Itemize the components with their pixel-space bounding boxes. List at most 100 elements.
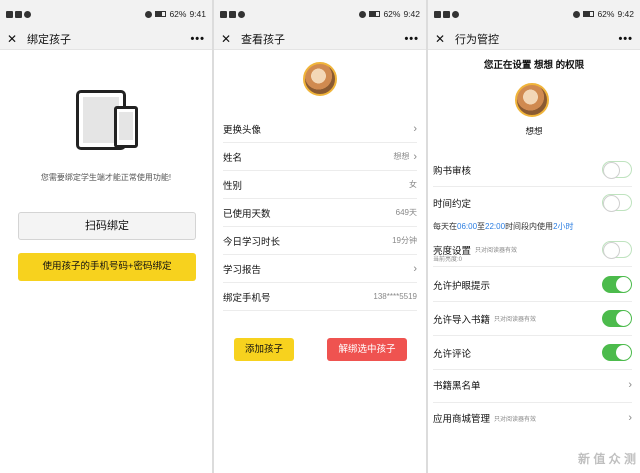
child-avatar xyxy=(515,83,549,117)
row-label: 性别 xyxy=(223,180,243,192)
close-icon[interactable]: ✕ xyxy=(7,32,21,46)
scan-bind-button[interactable]: 扫码绑定 xyxy=(18,212,196,240)
title-bar: ✕ 行为管控 ••• xyxy=(428,28,640,50)
eye-icon xyxy=(145,10,153,18)
page-title: 行为管控 xyxy=(455,33,499,46)
status-bar: 62% 9:42 xyxy=(214,0,426,28)
wifi-icon xyxy=(238,10,245,18)
row-label: 书籍黑名单 xyxy=(433,381,481,392)
clock: 9:41 xyxy=(189,9,206,19)
row-gender[interactable]: 性别 女 xyxy=(223,171,417,199)
battery-percent: 62% xyxy=(597,9,615,19)
divider xyxy=(433,402,632,403)
time-suffix: 时间段内使用 xyxy=(505,222,554,231)
comments-toggle[interactable] xyxy=(602,344,632,361)
row-import-books: 允许导入书籍 只对阅读器有效 xyxy=(433,310,632,327)
row-label: 已使用天数 xyxy=(223,208,271,220)
row-value: 19分钟 xyxy=(392,236,417,245)
row-study-report[interactable]: 学习报告 › xyxy=(223,255,417,283)
child-name: 想想 xyxy=(525,126,543,136)
eye-care-toggle[interactable] xyxy=(602,276,632,293)
row-comments: 允许评论 xyxy=(433,344,632,361)
devices-illustration-icon xyxy=(76,90,146,152)
phone-bind-button[interactable]: 使用孩子的手机号码+密码绑定 xyxy=(18,253,196,281)
chevron-right-icon: › xyxy=(628,379,632,391)
divider xyxy=(433,186,632,187)
close-icon[interactable]: ✕ xyxy=(435,32,449,46)
start-time[interactable]: 06:00 xyxy=(457,222,477,231)
phone-icon xyxy=(114,106,138,148)
more-icon[interactable]: ••• xyxy=(190,33,205,45)
row-label: 允许导入书籍 xyxy=(433,314,491,326)
signal-icon xyxy=(229,10,236,18)
page-title: 绑定孩子 xyxy=(27,33,71,46)
wifi-icon xyxy=(24,10,31,18)
time-prefix: 每天在 xyxy=(433,222,457,231)
status-bar: 62% 9:42 xyxy=(428,0,640,28)
child-avatar[interactable] xyxy=(303,62,337,96)
add-child-button[interactable]: 添加孩子 xyxy=(234,338,294,361)
more-icon[interactable]: ••• xyxy=(618,33,633,45)
battery-icon xyxy=(155,11,167,17)
row-time-limit: 时间约定 xyxy=(433,194,632,212)
row-hint: 只对阅读器有效 xyxy=(494,317,537,323)
import-books-toggle[interactable] xyxy=(602,310,632,327)
row-label: 今日学习时长 xyxy=(223,236,281,248)
row-value: 649天 xyxy=(395,208,417,217)
title-bar: ✕ 绑定孩子 ••• xyxy=(0,28,212,50)
row-label: 姓名 xyxy=(223,152,243,164)
row-value: 想想 xyxy=(393,152,410,161)
end-time[interactable]: 22:00 xyxy=(485,222,505,231)
more-icon[interactable]: ••• xyxy=(404,33,419,45)
brightness-toggle[interactable] xyxy=(602,241,632,259)
row-change-avatar[interactable]: 更换头像 › xyxy=(223,115,417,143)
watermark: 新 值 众 测 xyxy=(577,452,636,466)
row-study-time: 今日学习时长 19分钟 xyxy=(223,227,417,255)
chevron-right-icon: › xyxy=(413,122,417,135)
chevron-right-icon: › xyxy=(413,150,417,163)
divider xyxy=(433,266,632,267)
row-blacklist[interactable]: 书籍黑名单 › xyxy=(433,378,632,392)
screen-view-child: 62% 9:42 ✕ 查看孩子 ••• 更换头像 › 姓名 想想 › 性别 女 … xyxy=(214,0,426,473)
row-brightness: 亮度设置 只对阅读器有效 xyxy=(433,241,632,259)
chevron-right-icon: › xyxy=(413,262,417,275)
row-app-store[interactable]: 应用商城管理 只对阅读器有效 › xyxy=(433,411,632,425)
chevron-right-icon: › xyxy=(628,412,632,424)
signal-icon xyxy=(220,10,227,18)
row-name[interactable]: 姓名 想想 › xyxy=(223,143,417,171)
duration[interactable]: 2小时 xyxy=(553,222,573,231)
row-hint: 只对阅读器有效 xyxy=(475,248,518,254)
divider xyxy=(433,369,632,370)
eye-icon xyxy=(573,10,581,18)
signal-icon xyxy=(6,10,13,18)
book-review-toggle[interactable] xyxy=(602,161,632,179)
clock: 9:42 xyxy=(617,9,634,19)
battery-percent: 62% xyxy=(169,9,187,19)
signal-icon xyxy=(443,10,450,18)
screen-behavior-control: 62% 9:42 ✕ 行为管控 ••• 您正在设置 想想 的权限 想想 购书审核… xyxy=(428,0,640,473)
time-limit-toggle[interactable] xyxy=(602,194,632,212)
page-title: 查看孩子 xyxy=(241,33,285,46)
row-days-used: 已使用天数 649天 xyxy=(223,199,417,227)
row-hint: 只对阅读器有效 xyxy=(494,416,537,423)
row-book-review: 购书审核 xyxy=(433,161,632,179)
row-label: 学习报告 xyxy=(223,264,262,276)
row-label: 允许评论 xyxy=(433,348,472,360)
row-label: 允许护眼提示 xyxy=(433,280,491,292)
row-label: 绑定手机号 xyxy=(223,292,271,304)
screen-bind-child: 62% 9:41 ✕ 绑定孩子 ••• 您需要绑定学生端才能正常使用功能! 扫码… xyxy=(0,0,212,473)
row-eye-care: 允许护眼提示 xyxy=(433,276,632,293)
battery-icon xyxy=(369,11,381,17)
time-mid: 至 xyxy=(477,222,486,231)
time-limit-detail[interactable]: 每天在06:00至22:00时间段内使用2小时 xyxy=(433,221,574,232)
title-bar: ✕ 查看孩子 ••• xyxy=(214,28,426,50)
close-icon[interactable]: ✕ xyxy=(221,32,235,46)
row-value: 138****5519 xyxy=(373,292,417,301)
signal-icon xyxy=(434,10,441,18)
row-label: 更换头像 xyxy=(223,124,262,136)
row-label: 时间约定 xyxy=(433,198,472,210)
row-value: 女 xyxy=(409,180,417,189)
unbind-child-button[interactable]: 解绑选中孩子 xyxy=(327,338,407,361)
eye-icon xyxy=(359,10,367,18)
current-brightness: 当前亮度:0 xyxy=(433,257,463,263)
